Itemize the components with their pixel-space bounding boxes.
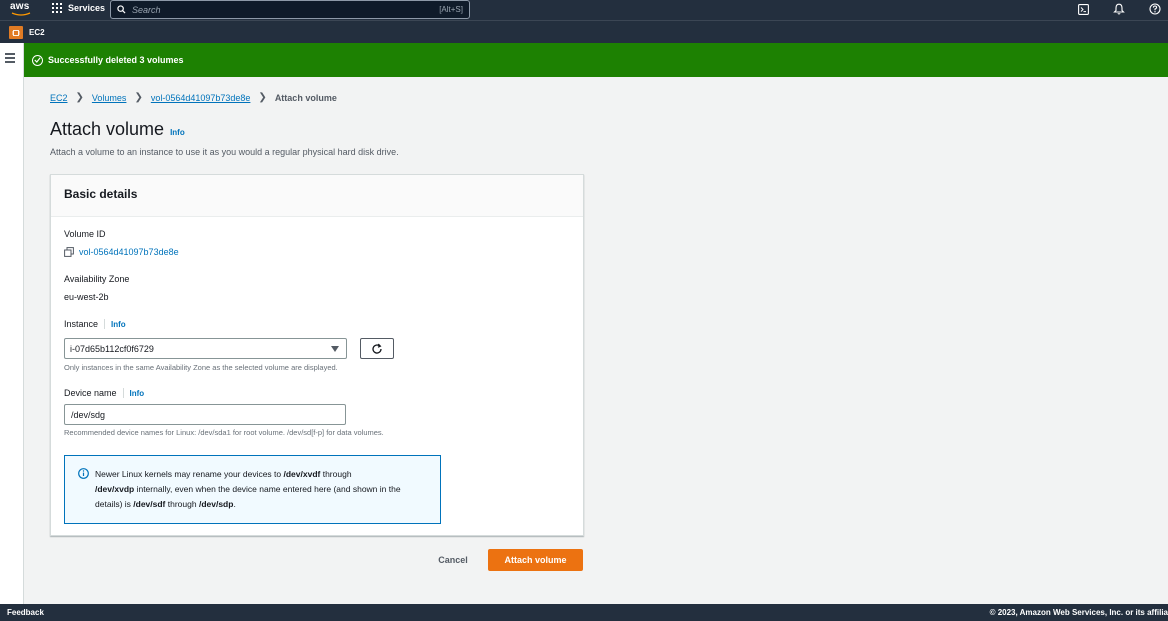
flash-message: Successfully deleted 3 volumes [48,55,184,65]
services-menu[interactable]: Services [52,3,105,13]
aws-logo-text: aws [10,1,30,12]
page-info-link[interactable]: Info [170,128,185,137]
attach-volume-button[interactable]: Attach volume [488,549,583,571]
device-info-link[interactable]: Info [130,389,145,398]
instance-info-link[interactable]: Info [111,320,126,329]
search-icon [117,5,126,14]
availability-zone-label: Availability Zone [64,274,130,284]
cancel-button[interactable]: Cancel [428,550,478,570]
breadcrumb: EC2 ❯ Volumes ❯ vol-0564d41097b73de8e ❯ … [50,92,337,103]
breadcrumb-volumes[interactable]: Volumes [92,93,127,103]
label-divider [104,319,106,329]
instance-label-row: Instance Info [64,319,126,329]
chevron-right-icon: ❯ [75,92,84,103]
alert-text: Newer Linux kernels may rename your devi… [95,469,401,509]
instance-hint: Only instances in the same Availability … [64,363,338,372]
caret-down-icon [331,346,339,352]
grid-icon [52,3,62,13]
device-hint: Recommended device names for Linux: /dev… [64,428,384,437]
feedback-link[interactable]: Feedback [7,608,44,617]
page-title-text: Attach volume [50,119,165,139]
search-input[interactable] [132,4,440,15]
page-title: Attach volume Info [50,119,185,140]
device-name-input[interactable] [64,404,346,425]
ec2-service-icon[interactable] [9,26,23,39]
breadcrumb-ec2[interactable]: EC2 [50,93,68,103]
refresh-icon [372,343,382,354]
success-check-icon [32,54,43,66]
page-description: Attach a volume to an instance to use it… [50,147,399,157]
volume-id-value: vol-0564d41097b73de8e [64,247,179,257]
help-icon[interactable] [1148,2,1162,16]
chevron-right-icon: ❯ [258,92,267,103]
side-nav-toggle-strip [0,43,24,604]
copyright-text: © 2023, Amazon Web Services, Inc. or its… [989,608,1168,617]
instance-label: Instance [64,319,99,329]
ec2-service-link[interactable]: EC2 [29,28,45,37]
panel-header: Basic details [51,175,583,217]
basic-details-panel: Basic details Volume ID vol-0564d41097b7… [50,174,584,536]
hamburger-menu-icon[interactable] [5,53,15,65]
volume-id-link[interactable]: vol-0564d41097b73de8e [79,247,179,257]
search-box[interactable]: [Alt+S] [110,0,470,19]
aws-smile-icon [11,12,31,16]
label-divider [122,388,124,398]
device-label-row: Device name Info [64,388,144,398]
top-navigation: aws Services [Alt+S] [0,0,1168,20]
search-shortcut: [Alt+S] [439,5,463,14]
breadcrumb-volume-id[interactable]: vol-0564d41097b73de8e [151,93,251,103]
breadcrumb-current: Attach volume [274,92,337,103]
availability-zone-value: eu-west-2b [64,292,109,302]
copy-icon[interactable] [64,247,74,257]
success-flash-banner: Successfully deleted 3 volumes [24,43,1168,77]
footer: Feedback © 2023, Amazon Web Services, In… [0,604,1168,621]
info-alert: Newer Linux kernels may rename your devi… [64,455,441,524]
service-bar: EC2 [0,20,1168,43]
cloudshell-icon[interactable] [1076,2,1090,16]
refresh-instances-button[interactable] [360,338,394,359]
volume-id-label: Volume ID [64,229,106,239]
services-label: Services [68,3,106,13]
chevron-right-icon: ❯ [134,92,143,103]
instance-select[interactable]: i-07d65b112cf0f6729 [64,338,347,359]
bell-icon[interactable] [1112,2,1126,16]
instance-select-value: i-07d65b112cf0f6729 [70,343,154,354]
aws-logo[interactable]: aws [8,0,34,20]
device-name-label: Device name [64,388,117,398]
info-icon [78,468,89,479]
